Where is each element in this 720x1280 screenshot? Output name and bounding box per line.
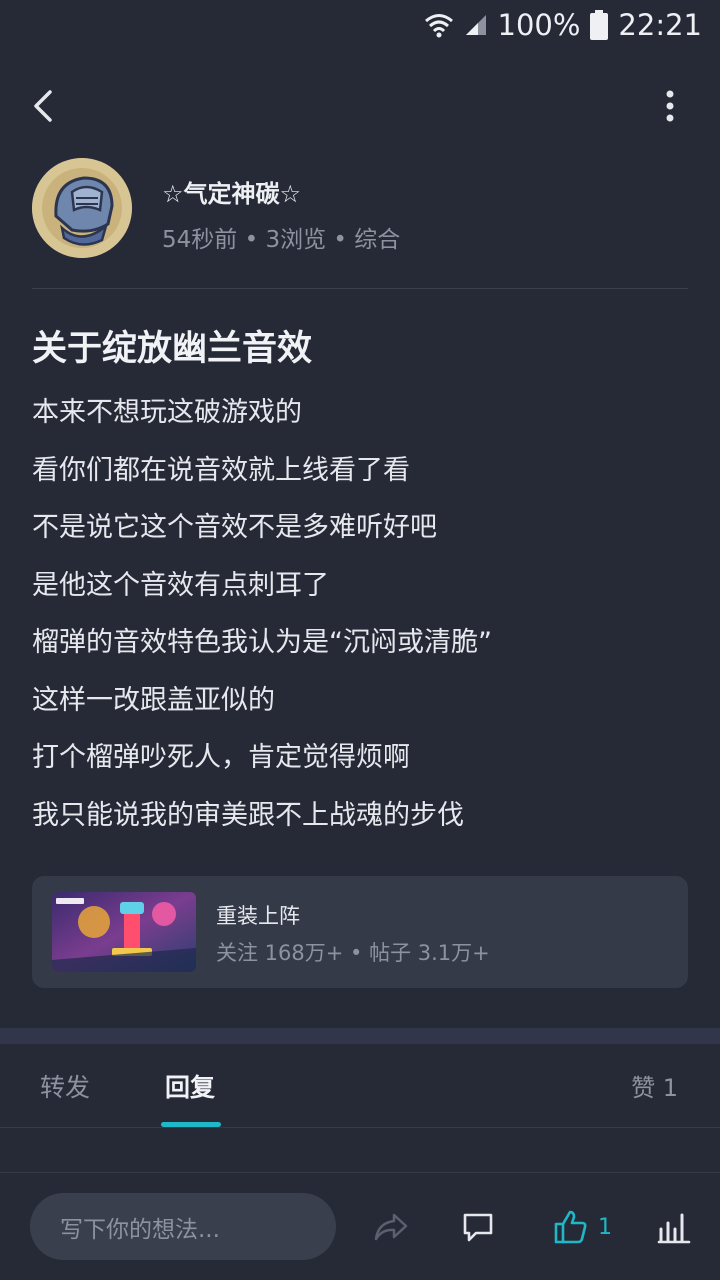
- post-title: 关于绽放幽兰音效: [32, 329, 313, 369]
- game-name: 重装上阵: [216, 904, 300, 928]
- battery-icon: [590, 10, 609, 40]
- back-arrow-icon: [34, 90, 52, 122]
- ranking-button[interactable]: [656, 1205, 692, 1249]
- more-vertical-icon: [666, 90, 674, 122]
- game-card[interactable]: 重装上阵 关注 168万+ • 帖子 3.1万+: [32, 876, 688, 988]
- section-separator: [0, 1028, 720, 1044]
- game-stats: 关注 168万+ • 帖子 3.1万+: [216, 941, 490, 965]
- comment-icon: [463, 1213, 493, 1242]
- post-line: 不是说它这个音效不是多难听好吧: [32, 512, 437, 543]
- active-tab-indicator: [161, 1122, 221, 1127]
- signal-icon: [464, 13, 488, 37]
- tab-reply[interactable]: 回复: [165, 1068, 215, 1104]
- thumbs-up-icon: [554, 1210, 587, 1244]
- divider: [32, 288, 688, 289]
- top-navigation: [0, 78, 720, 132]
- post-line: 看你们都在说音效就上线看了看: [32, 454, 410, 486]
- comment-button[interactable]: [460, 1205, 496, 1249]
- comment-input[interactable]: 写下你的想法...: [30, 1193, 336, 1260]
- game-thumbnail: [52, 892, 196, 972]
- post-line: 榴弹的音效特色我认为是“沉闷或清脆”: [32, 627, 492, 658]
- like-count: 1: [598, 1214, 612, 1240]
- back-button[interactable]: [26, 84, 66, 128]
- post-line: 是他这个音效有点刺耳了: [32, 569, 329, 601]
- ranking-icon: [657, 1213, 691, 1244]
- share-icon: [374, 1213, 408, 1241]
- tab-forward[interactable]: 转发: [40, 1068, 90, 1104]
- post-meta: 54秒前 • 3浏览 • 综合: [162, 227, 401, 253]
- author-name[interactable]: ☆气定神碳☆: [162, 174, 301, 209]
- more-options-button[interactable]: [660, 86, 680, 126]
- share-button[interactable]: [372, 1205, 410, 1249]
- post-line: 我只能说我的审美跟不上战魂的步伐: [32, 799, 464, 831]
- post-line: 打个榴弹吵死人，肯定觉得烦啊: [32, 742, 410, 773]
- post-author: ☆气定神碳☆ 54秒前 • 3浏览 • 综合: [32, 158, 688, 258]
- avatar[interactable]: [32, 158, 132, 258]
- bottom-action-bar: 写下你的想法... 1: [0, 1173, 720, 1280]
- post-line: 这样一改跟盖亚似的: [32, 684, 275, 716]
- battery-percent: 100%: [497, 8, 581, 42]
- interaction-tabs: 转发 回复 赞 1: [0, 1044, 720, 1128]
- post-body: 本来不想玩这破游戏的 看你们都在说音效就上线看了看 不是说它这个音效不是多难听好…: [32, 384, 688, 844]
- post-line: 本来不想玩这破游戏的: [32, 397, 302, 428]
- like-button[interactable]: 1: [552, 1205, 612, 1249]
- status-bar: 100% 22:21: [0, 0, 720, 50]
- clock: 22:21: [618, 8, 702, 42]
- tab-like[interactable]: 赞 1: [631, 1068, 678, 1103]
- wifi-icon: [424, 11, 454, 39]
